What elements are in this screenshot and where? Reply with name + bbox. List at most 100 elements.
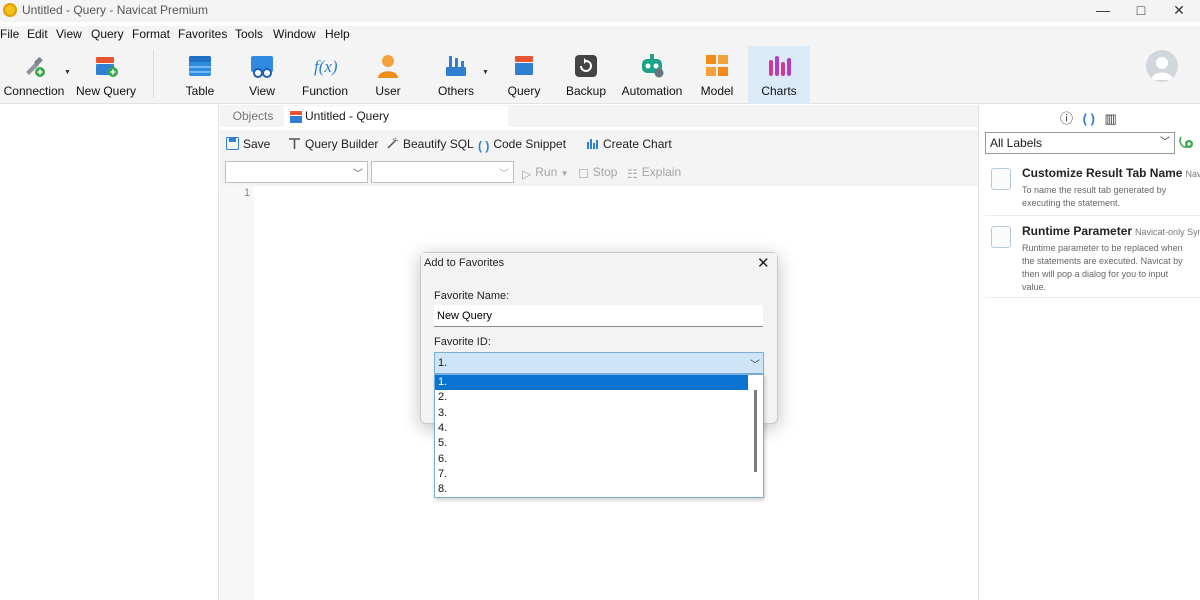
explain-icon: ☷ (627, 167, 638, 181)
dialog-close-button[interactable]: ✕ (757, 254, 770, 272)
toolbar-separator (153, 50, 154, 98)
favorite-name-label: Favorite Name: (434, 290, 510, 302)
snippet-icon (991, 168, 1011, 190)
explain-button[interactable]: ☷ Explain (627, 165, 681, 181)
favorite-name-input[interactable] (434, 305, 763, 327)
table-button[interactable]: Table (176, 46, 224, 104)
function-icon: f(x) (314, 57, 338, 76)
new-query-button[interactable]: New Query (74, 46, 138, 104)
automation-button[interactable]: Automation (620, 46, 684, 104)
tab-query-label: Untitled - Query (305, 109, 390, 123)
beautify-sql-button[interactable]: Beautify SQL (386, 137, 474, 151)
main-toolbar: ▼ Connection New Query Table View f(x) F… (0, 44, 1200, 104)
svg-text:f(x): f(x) (314, 57, 338, 76)
favorite-id-option[interactable]: 2. (435, 390, 748, 405)
menu-file[interactable]: File (0, 27, 19, 41)
code-snippet-icon: ( ) (478, 139, 490, 153)
others-icon (446, 56, 466, 76)
info-icon[interactable]: ⓘ (1060, 111, 1073, 126)
favorite-id-option[interactable]: 1. (435, 375, 748, 390)
menu-query[interactable]: Query (91, 27, 124, 41)
user-icon (378, 55, 398, 78)
close-window-button[interactable]: ✕ (1156, 0, 1200, 22)
view-icon (251, 56, 273, 78)
labels-filter-select[interactable]: All Labels ﹀ (985, 132, 1175, 154)
query-builder-button[interactable]: Query Builder (288, 137, 378, 151)
favorite-id-option[interactable]: 3. (435, 406, 748, 421)
snippet-item[interactable]: Customize Result Tab NameNavi To name th… (985, 160, 1200, 216)
play-icon: ▷ (522, 167, 532, 181)
backup-icon (575, 55, 597, 77)
magic-wand-icon (387, 137, 399, 149)
line-number: 1 (244, 187, 251, 199)
backup-button[interactable]: Backup (562, 46, 610, 104)
columns-icon[interactable]: ▥ (1105, 111, 1117, 126)
menu-help[interactable]: Help (325, 27, 350, 41)
charts-button[interactable]: Charts (748, 46, 810, 104)
snippet-description: To name the result tab generated by exec… (1022, 185, 1167, 208)
tab-objects[interactable]: Objects (222, 106, 284, 127)
run-dropdown-icon[interactable]: ▼ (561, 169, 569, 178)
model-button[interactable]: Model (693, 46, 741, 104)
info-pane-tabs: ⓘ ( ) ▥ (1060, 108, 1117, 127)
table-icon (189, 56, 211, 76)
query-builder-icon (289, 138, 300, 149)
favorite-id-select[interactable]: 1. (434, 352, 764, 374)
query-toolbar: Save Query Builder Beautify SQL ( ) Code … (220, 130, 978, 158)
new-snippet-icon[interactable] (1178, 134, 1194, 150)
connection-dropdown-icon[interactable]: ▼ (64, 69, 71, 76)
others-button[interactable]: ▼ Others (428, 46, 489, 104)
code-snippet-button[interactable]: ( ) Code Snippet (478, 137, 566, 153)
menu-favorites[interactable]: Favorites (178, 27, 227, 41)
query-button[interactable]: Query (500, 46, 548, 104)
stop-icon: ☐ (578, 167, 589, 181)
menu-view[interactable]: View (56, 27, 82, 41)
menu-edit[interactable]: Edit (27, 27, 48, 41)
line-gutter (220, 186, 254, 600)
navigation-pane (0, 105, 219, 600)
chevron-down-icon: ﹀ (353, 169, 363, 180)
snippet-tag: Navicat-only Sym (1135, 227, 1200, 237)
database-select[interactable]: ﹀ (371, 161, 514, 183)
favorite-id-option[interactable]: 4. (435, 421, 748, 436)
favorite-id-label: Favorite ID: (434, 336, 491, 348)
create-chart-icon (587, 139, 598, 149)
snippet-title: Runtime Parameter (1022, 224, 1133, 238)
favorite-id-option[interactable]: 8. (435, 482, 748, 497)
favorite-id-option[interactable]: 6. (435, 452, 748, 467)
favorite-id-option[interactable]: 7. (435, 467, 748, 482)
user-avatar[interactable] (1146, 50, 1178, 82)
menu-format[interactable]: Format (132, 27, 170, 41)
view-button[interactable]: View (238, 46, 286, 104)
save-button[interactable]: Save (226, 137, 270, 151)
charts-icon (769, 56, 791, 76)
connection-select[interactable]: ﹀ (225, 161, 368, 183)
favorite-id-option[interactable]: 5. (435, 436, 748, 451)
tab-untitled-query[interactable]: Untitled - Query (284, 106, 508, 127)
create-chart-button[interactable]: Create Chart (586, 137, 672, 151)
chevron-down-icon: ﹀ (1160, 137, 1170, 148)
connection-icon (26, 57, 45, 77)
avatar-icon (1151, 57, 1173, 80)
snippet-description: Runtime parameter to be replaced when th… (1022, 243, 1183, 292)
menu-window[interactable]: Window (273, 27, 316, 41)
others-dropdown-icon[interactable]: ▼ (482, 69, 489, 76)
chevron-down-icon: ﹀ (499, 169, 509, 180)
connection-button[interactable]: ▼ Connection (0, 46, 71, 104)
function-button[interactable]: f(x) Function (300, 46, 350, 104)
stop-button[interactable]: ☐ Stop (578, 165, 617, 181)
snippet-item[interactable]: Runtime Parameter Navicat-only Sym Runtim… (985, 218, 1200, 298)
new-query-icon (96, 57, 118, 77)
dialog-title: Add to Favorites (424, 257, 505, 269)
query-tab-icon (290, 111, 302, 123)
dropdown-scrollbar[interactable] (754, 390, 757, 472)
code-snippet-tab-icon[interactable]: ( ) (1083, 111, 1095, 126)
window-title: Untitled - Query - Navicat Premium (22, 3, 209, 17)
menu-bar: File Edit View Query Format Favorites To… (0, 26, 1200, 44)
navicat-logo-icon (3, 3, 17, 17)
chevron-down-icon: ﹀ (750, 360, 760, 371)
run-button[interactable]: ▷ Run ▼ (522, 165, 569, 181)
query-icon (515, 56, 533, 75)
user-button[interactable]: User (364, 46, 412, 104)
menu-tools[interactable]: Tools (235, 27, 263, 41)
